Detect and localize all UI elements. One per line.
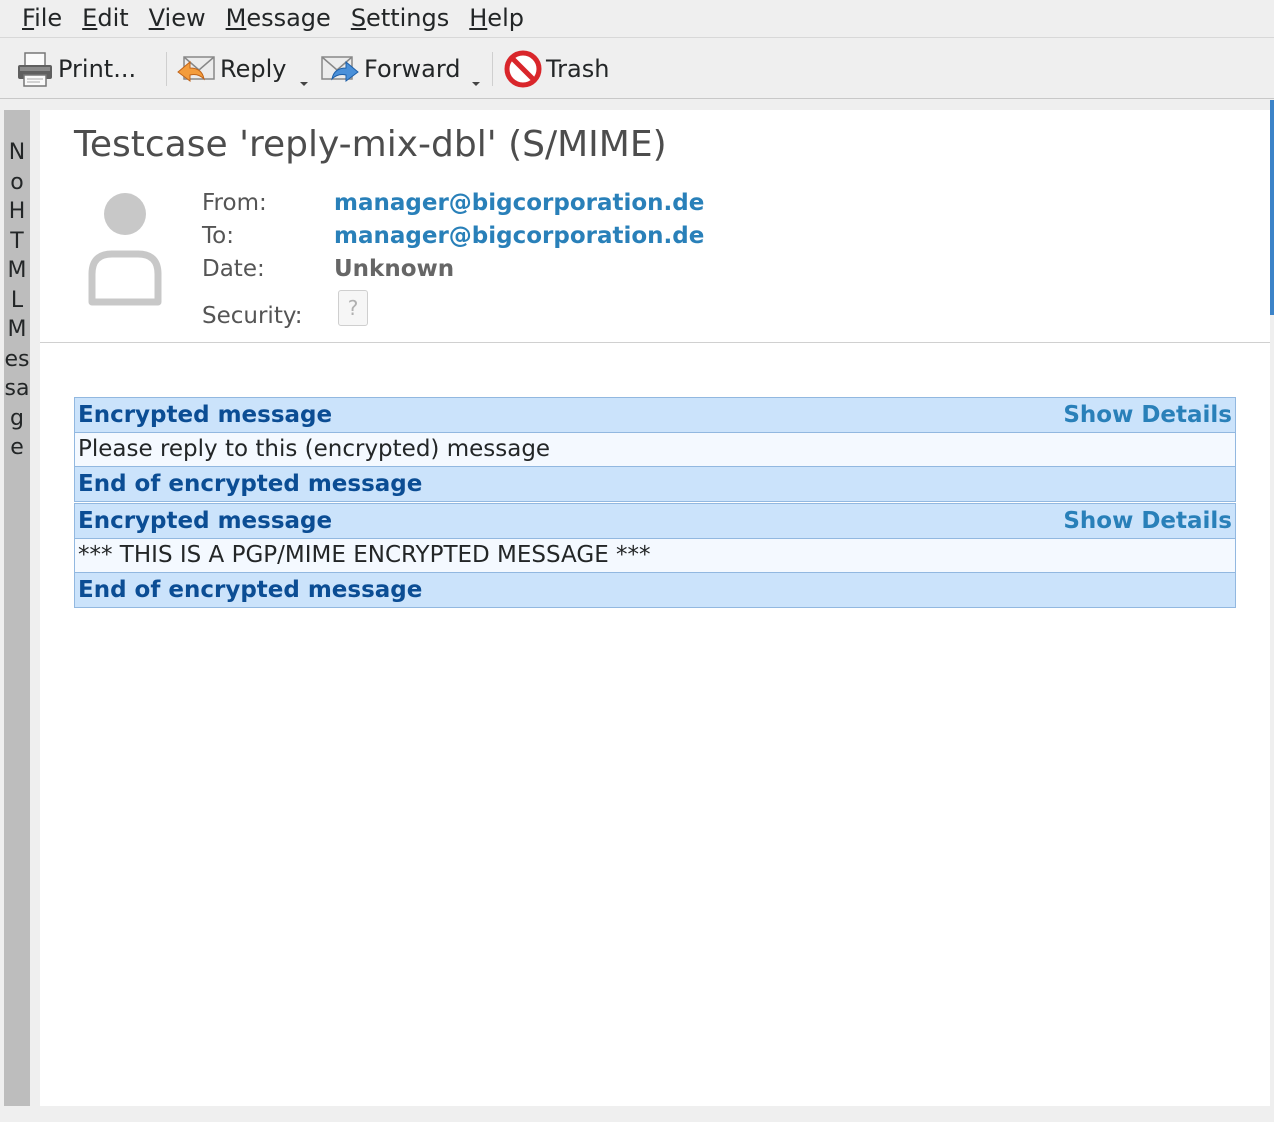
date-label: Date: xyxy=(202,256,265,282)
trash-label: Trash xyxy=(546,55,610,83)
print-label: Print... xyxy=(58,55,137,83)
toolbar-separator xyxy=(492,52,493,86)
contact-avatar-icon xyxy=(88,193,162,306)
menu-bar: File Edit View Message Settings Help xyxy=(0,0,1274,36)
forward-label: Forward xyxy=(364,55,461,83)
security-unknown-icon[interactable]: ? xyxy=(338,290,368,326)
reply-dropdown-arrow-icon[interactable] xyxy=(298,76,310,88)
bottom-bar xyxy=(0,1106,1274,1122)
encrypted-block-header: Encrypted message Show Details xyxy=(75,398,1235,433)
header-separator xyxy=(40,342,1270,343)
from-label: From: xyxy=(202,190,267,216)
printer-icon xyxy=(18,52,52,87)
encrypted-block-body: Please reply to this (encrypted) message xyxy=(75,433,1235,466)
reply-label: Reply xyxy=(220,55,287,83)
menu-file[interactable]: File xyxy=(12,0,72,36)
menu-view[interactable]: View xyxy=(139,0,216,36)
forward-envelope-icon xyxy=(321,56,359,82)
encrypted-block: Encrypted message Show Details Please re… xyxy=(74,397,1236,502)
show-details-link[interactable]: Show Details xyxy=(1063,398,1232,432)
reply-button[interactable]: Reply xyxy=(176,48,286,90)
encrypted-block-footer: End of encrypted message xyxy=(75,572,1235,607)
menu-message[interactable]: Message xyxy=(216,0,341,36)
security-label: Security: xyxy=(202,303,303,329)
menu-help[interactable]: Help xyxy=(459,0,534,36)
forward-button[interactable]: Forward xyxy=(320,48,461,90)
message-reader: Testcase 'reply-mix-dbl' (S/MIME) From: … xyxy=(40,110,1270,1106)
toolbar-separator xyxy=(166,52,167,86)
to-address-link[interactable]: manager@bigcorporation.de xyxy=(334,223,704,249)
from-address-link[interactable]: manager@bigcorporation.de xyxy=(334,190,704,216)
main-toolbar: Print... Reply Forward Trash xyxy=(0,37,1274,99)
menu-edit[interactable]: Edit xyxy=(72,0,138,36)
html-status-label: No HTML Message xyxy=(4,140,31,460)
trash-button[interactable]: Trash xyxy=(504,48,609,90)
to-label: To: xyxy=(202,223,234,249)
message-subject: Testcase 'reply-mix-dbl' (S/MIME) xyxy=(74,124,667,165)
encrypted-block-footer: End of encrypted message xyxy=(75,466,1235,501)
window-edge-highlight xyxy=(1270,100,1274,315)
menu-settings[interactable]: Settings xyxy=(341,0,459,36)
forward-dropdown-arrow-icon[interactable] xyxy=(470,76,482,88)
encrypted-block-title: Encrypted message xyxy=(78,402,333,428)
panel-divider xyxy=(30,110,40,1106)
show-details-link[interactable]: Show Details xyxy=(1063,504,1232,538)
encrypted-block: Encrypted message Show Details *** THIS … xyxy=(74,503,1236,608)
trash-prohibited-icon xyxy=(504,50,542,88)
encrypted-block-header: Encrypted message Show Details xyxy=(75,504,1235,539)
reply-envelope-icon xyxy=(177,56,215,82)
encrypted-block-body: *** THIS IS A PGP/MIME ENCRYPTED MESSAGE… xyxy=(75,539,1235,572)
encrypted-block-title: Encrypted message xyxy=(78,508,333,534)
date-value: Unknown xyxy=(334,256,455,282)
print-button[interactable]: Print... xyxy=(16,48,136,90)
